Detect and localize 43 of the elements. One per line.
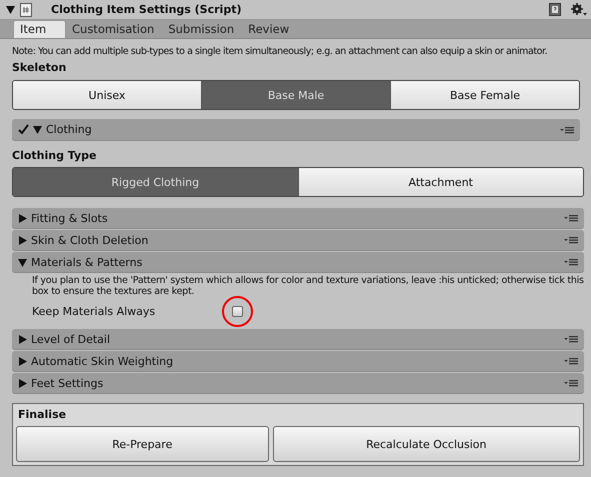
menu-icon <box>564 214 578 222</box>
toggle-button[interactable]: Rigged Clothing <box>13 168 298 196</box>
note-text: Note: You can add multiple sub-types to a single item simultaneously; e.g. an attachment can also equip a skin or animator. <box>12 46 548 57</box>
menu-icon <box>564 357 578 365</box>
foldout-header[interactable]: Materials & Patterns <box>12 252 584 272</box>
header-label: Fitting & Slots <box>31 212 108 224</box>
toggle-button[interactable]: Unisex <box>13 81 202 109</box>
menu-icon <box>564 335 578 343</box>
foldout-header[interactable]: Skin & Cloth Deletion <box>12 230 584 250</box>
gear-icon <box>571 3 587 16</box>
script-file-icon <box>20 2 32 16</box>
action-button[interactable]: Re-Prepare <box>16 426 269 462</box>
section-header[interactable]: Clothing <box>12 119 580 140</box>
header-label: Skin & Cloth Deletion <box>31 234 148 246</box>
header-label: Level of Detail <box>31 332 110 346</box>
tab[interactable]: Submission <box>162 21 242 38</box>
menu-icon <box>564 258 578 266</box>
toggle-button[interactable]: Base Male <box>202 81 391 109</box>
section-label: Clothing Type <box>12 149 98 162</box>
section-label: Skeleton <box>12 61 68 74</box>
header-label: Feet Settings <box>31 376 104 390</box>
menu-icon <box>560 126 574 134</box>
toggle-button[interactable]: Base Female <box>391 81 579 109</box>
checkbox[interactable] <box>232 306 243 316</box>
foldout-header[interactable]: Automatic Skin Weighting <box>12 351 584 371</box>
header-label: Automatic Skin Weighting <box>31 354 174 368</box>
toggle-button[interactable]: Attachment <box>298 168 583 196</box>
tab[interactable]: Customisation <box>66 21 162 38</box>
menu-icon <box>564 379 578 387</box>
help-book-icon <box>549 3 561 16</box>
header-label: Clothing <box>46 123 92 136</box>
tab[interactable]: Review <box>242 21 298 38</box>
menu-icon <box>564 236 578 244</box>
help-text: If you plan to use the 'Pattern' system which allows for color and texture variations, leave :his unticked; otherwise tick this box to ensure the textures are kept. <box>32 275 584 297</box>
section-label: Finalise <box>18 408 68 421</box>
field-label: Keep Materials Always <box>32 304 156 318</box>
tab[interactable]: Item <box>13 20 66 38</box>
window-title: Clothing Item Settings (Script) <box>51 3 242 16</box>
foldout-header[interactable]: Fitting & Slots <box>12 208 584 228</box>
action-button[interactable]: Recalculate Occlusion <box>272 426 580 462</box>
foldout-header[interactable]: Level of Detail <box>12 329 584 349</box>
header-label: Materials & Patterns <box>31 256 142 268</box>
foldout-header[interactable]: Feet Settings <box>12 373 584 393</box>
